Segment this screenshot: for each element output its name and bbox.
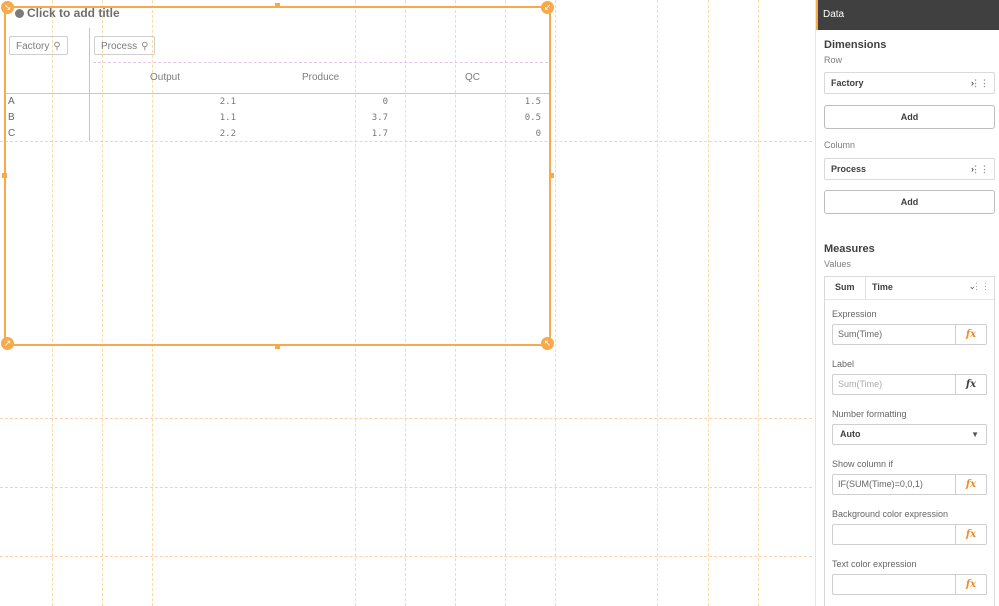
grid-line	[657, 0, 658, 606]
grid-line	[0, 556, 812, 557]
add-row-dimension-button[interactable]: Add	[824, 105, 995, 129]
number-formatting-label: Number formatting	[832, 409, 907, 419]
search-icon[interactable]: ⚲	[53, 41, 60, 52]
drag-handle-icon[interactable]: ⋮⋮	[972, 281, 990, 292]
column-header-output[interactable]: Output	[150, 72, 180, 83]
label-label: Label	[832, 359, 855, 369]
column-header-divider	[93, 62, 548, 63]
panel-header-data[interactable]: Data	[816, 0, 999, 30]
column-header-produce[interactable]: Produce	[302, 72, 339, 83]
label-fx-button[interactable]: fx	[956, 374, 987, 395]
resize-handle-left[interactable]	[2, 173, 7, 178]
resize-handle-bottom[interactable]	[275, 344, 280, 349]
table-cell: 1.7	[371, 129, 388, 139]
aggregation-label[interactable]: Sum	[835, 282, 855, 292]
number-formatting-select[interactable]: Auto ▼	[832, 424, 987, 445]
divider	[865, 277, 866, 299]
drag-handle-icon[interactable]: ⋮⋮	[971, 73, 989, 93]
grid-line	[708, 0, 709, 606]
background-color-expression-label: Background color expression	[832, 509, 949, 519]
table-cell: 3.7	[371, 113, 388, 123]
row-label-a[interactable]: A	[8, 96, 15, 107]
label-input[interactable]: Sum(Time)	[832, 374, 956, 395]
column-label: Column	[824, 140, 856, 150]
resize-handle-top[interactable]	[275, 3, 280, 8]
row-dimension-label: Factory	[16, 41, 50, 52]
measure-header[interactable]: Sum Time ⌄ ⋮⋮	[825, 277, 994, 300]
table-cell: 2.2	[219, 129, 236, 139]
chart-title-text[interactable]: Click to add title	[27, 6, 120, 20]
column-dimension-item[interactable]: Process › ⋮⋮	[824, 158, 995, 180]
expression-fx-button[interactable]: fx	[956, 324, 987, 345]
row-label: Row	[824, 55, 843, 65]
table-cell: 2.1	[219, 97, 236, 107]
text-color-fx-button[interactable]: fx	[956, 574, 987, 595]
sheet-canvas[interactable]: ↘ ↙ ↗ ↖ Click to add title Factory ⚲ Proc…	[0, 0, 815, 606]
measure-item-sum-time: Sum Time ⌄ ⋮⋮ Expression Sum(Time) fx La…	[824, 276, 995, 606]
row-dimension-chip[interactable]: Factory ⚲	[9, 36, 68, 55]
number-formatting-value: Auto	[840, 429, 861, 439]
show-column-if-input[interactable]: IF(SUM(Time)=0,0,1)	[832, 474, 956, 495]
drag-handle-icon[interactable]: ⋮⋮	[971, 159, 989, 179]
column-dimension-chip[interactable]: Process ⚲	[94, 36, 156, 55]
table-cell: 0.5	[524, 113, 541, 123]
table-cell: 1.1	[219, 113, 236, 123]
row-label-b[interactable]: B	[8, 112, 15, 123]
expression-input[interactable]: Sum(Time)	[832, 324, 956, 345]
row-header-divider	[89, 28, 90, 141]
search-icon[interactable]: ⚲	[141, 41, 148, 52]
grid-line	[758, 0, 759, 606]
column-dimension-name: Process	[831, 164, 867, 174]
resize-handle-bottom-right-icon[interactable]: ↖	[541, 337, 554, 350]
resize-handle-top-left-icon[interactable]: ↘	[1, 1, 14, 14]
table-cell: 0	[535, 129, 541, 139]
grid-line	[0, 487, 812, 488]
text-color-expression-label: Text color expression	[832, 559, 917, 569]
text-color-expression-input[interactable]	[832, 574, 956, 595]
dropdown-arrow-icon: ▼	[971, 430, 979, 439]
row-dimension-name: Factory	[831, 78, 864, 88]
column-header-qc[interactable]: QC	[465, 72, 480, 83]
measure-field-label: Time	[872, 282, 893, 292]
table-cell: 1.5	[524, 97, 541, 107]
properties-panel: Data Dimensions Row Factory › ⋮⋮ Add Col…	[815, 0, 999, 606]
puzzle-icon	[15, 9, 24, 18]
grid-line	[0, 418, 812, 419]
background-color-expression-input[interactable]	[832, 524, 956, 545]
table-cell: 0	[382, 97, 388, 107]
values-label: Values	[824, 259, 851, 269]
add-column-dimension-button[interactable]: Add	[824, 190, 995, 214]
chart-title[interactable]: Click to add title	[15, 6, 120, 20]
show-column-if-label: Show column if	[832, 459, 894, 469]
pivot-table-object[interactable]	[4, 6, 551, 346]
expression-label: Expression	[832, 309, 877, 319]
measures-title: Measures	[824, 243, 875, 255]
dimensions-title: Dimensions	[824, 39, 887, 51]
resize-handle-bottom-left-icon[interactable]: ↗	[1, 337, 14, 350]
column-dimension-label: Process	[101, 41, 138, 52]
header-separator	[5, 93, 549, 94]
row-dimension-item[interactable]: Factory › ⋮⋮	[824, 72, 995, 94]
row-label-c[interactable]: C	[8, 128, 15, 139]
resize-handle-top-right-icon[interactable]: ↙	[541, 1, 554, 14]
resize-handle-right[interactable]	[549, 173, 554, 178]
background-color-fx-button[interactable]: fx	[956, 524, 987, 545]
grid-line	[555, 0, 556, 606]
show-column-if-fx-button[interactable]: fx	[956, 474, 987, 495]
